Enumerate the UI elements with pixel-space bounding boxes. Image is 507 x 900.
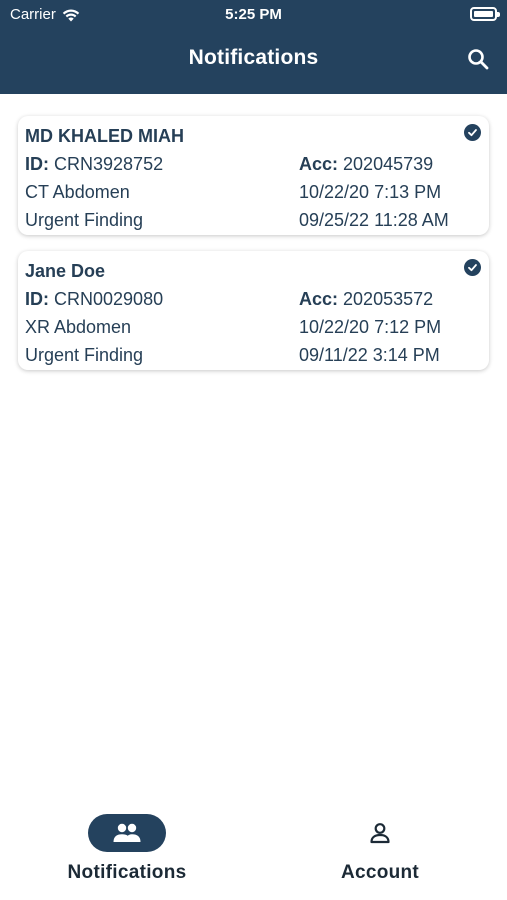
acc-label: Acc:	[299, 289, 339, 309]
patient-name: MD KHALED MIAH	[25, 126, 184, 146]
tab-account-label: Account	[340, 862, 420, 883]
acc-label: Acc:	[299, 154, 339, 174]
exam-datetime: 10/22/20 7:12 PM	[299, 317, 442, 337]
patient-name: Jane Doe	[25, 261, 106, 281]
battery-icon	[470, 7, 500, 21]
status-time: 5:25 PM	[225, 6, 282, 23]
exam-row: CT Abdomen 10/22/20 7:13 PM	[25, 178, 481, 206]
tab-notifications-label: Notifications	[67, 862, 187, 883]
exam-type: CT Abdomen	[25, 182, 130, 202]
finding-row: Urgent Finding 09/11/22 3:14 PM	[25, 341, 481, 369]
search-button[interactable]	[465, 46, 491, 72]
app-screen: Carrier 5:25 PM Notifications MD KHALED …	[0, 0, 507, 900]
accession-number: 202045739	[343, 154, 434, 174]
id-label: ID:	[25, 154, 49, 174]
exam-datetime: 10/22/20 7:13 PM	[299, 182, 442, 202]
id-row: ID: CRN0029080 Acc: 202053572	[25, 285, 481, 313]
exam-type: XR Abdomen	[25, 317, 132, 337]
check-circle-icon	[464, 124, 481, 141]
finding-type: Urgent Finding	[25, 345, 144, 365]
tab-account[interactable]: Account	[290, 814, 470, 894]
tab-bar: Notifications Account	[0, 800, 507, 900]
notification-card[interactable]: MD KHALED MIAH ID: CRN3928752 Acc: 20204…	[18, 116, 489, 235]
header: Carrier 5:25 PM Notifications	[0, 0, 507, 94]
person-icon	[370, 823, 390, 844]
group-icon	[113, 823, 141, 842]
check-circle-icon	[464, 259, 481, 276]
finding-type: Urgent Finding	[25, 210, 144, 230]
patient-id: CRN0029080	[54, 289, 164, 309]
finding-datetime: 09/25/22 11:28 AM	[299, 210, 449, 230]
tab-icon-container	[341, 814, 419, 852]
search-icon	[468, 49, 489, 70]
patient-id: CRN3928752	[54, 154, 164, 174]
finding-datetime: 09/11/22 3:14 PM	[299, 345, 440, 365]
accession-number: 202053572	[343, 289, 434, 309]
id-row: ID: CRN3928752 Acc: 202045739	[25, 150, 481, 178]
exam-row: XR Abdomen 10/22/20 7:12 PM	[25, 313, 481, 341]
notification-card[interactable]: Jane Doe ID: CRN0029080 Acc: 202053572 X…	[18, 251, 489, 370]
status-bar: Carrier 5:25 PM	[0, 0, 507, 30]
finding-row: Urgent Finding 09/25/22 11:28 AM	[25, 206, 481, 234]
id-label: ID:	[25, 289, 49, 309]
tab-active-indicator	[88, 814, 166, 852]
page-title: Notifications	[188, 46, 319, 69]
tab-notifications[interactable]: Notifications	[37, 814, 217, 894]
